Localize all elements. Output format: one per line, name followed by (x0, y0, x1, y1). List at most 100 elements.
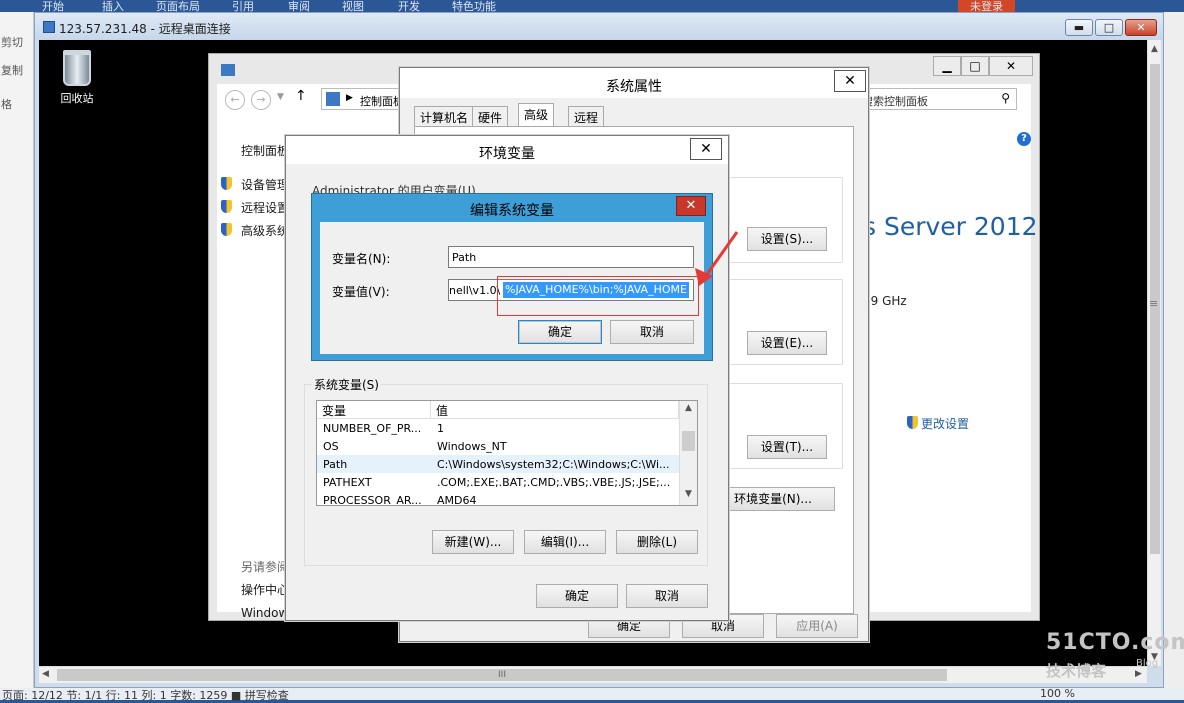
cp-close-button[interactable]: ✕ (989, 56, 1033, 76)
ed-cancel-button[interactable]: 取消 (610, 320, 694, 344)
table-row[interactable]: OS Windows_NT (317, 437, 679, 455)
rdp-title: 123.57.231.48 - 远程桌面连接 (59, 22, 231, 36)
variable-name: NUMBER_OF_PR... (323, 422, 422, 435)
remote-settings-link[interactable]: 远程设置 (241, 199, 289, 216)
variable-name: Path (323, 458, 348, 471)
tab-hardware[interactable]: 硬件 (472, 106, 509, 126)
delete-variable-button[interactable]: 删除(L) (616, 530, 698, 554)
variable-value-prefix: nell\v1.0\ (449, 284, 501, 297)
search-placeholder: 搜索控制面板 (862, 95, 928, 108)
watermark-blog: Blog (1136, 658, 1159, 669)
remote-desktop-window: 123.57.231.48 - 远程桌面连接 ▬ □ ✕ 回收站 ▁ □ ✕ ←… (34, 12, 1164, 688)
scroll-up-icon[interactable]: ▲ (685, 403, 692, 413)
breadcrumb-chevron-icon: ▶ (346, 93, 353, 103)
ed-title: 编辑系统变量 (470, 203, 554, 219)
shield-icon (221, 177, 232, 190)
ed-close-button[interactable]: ✕ (676, 196, 706, 216)
rdp-app-icon (43, 21, 55, 33)
up-arrow-icon[interactable]: ↑ (295, 88, 307, 104)
sp-close-button[interactable]: ✕ (834, 70, 866, 92)
list-scrollbar[interactable]: ▲ ▼ (679, 401, 697, 505)
status-text: 页面: 12/12 节: 1/1 行: 11 列: 1 字数: 1259 ■ 拼… (2, 689, 289, 702)
forward-icon[interactable]: → (251, 90, 271, 110)
sp-apply-button[interactable]: 应用(A) (776, 614, 858, 638)
ed-ok-button[interactable]: 确定 (518, 320, 602, 344)
zoom-level[interactable]: 100 % (1040, 687, 1075, 700)
back-icon[interactable]: ← (225, 90, 245, 110)
cp-maximize-button[interactable]: □ (961, 56, 989, 76)
tab-remote[interactable]: 远程 (568, 106, 605, 126)
performance-settings-button[interactable]: 设置(S)... (747, 227, 827, 251)
tab-advanced[interactable]: 高级 (518, 103, 555, 127)
word-ribbon-left: 剪切 复制 格 (0, 12, 34, 688)
variable-name-value: Path (452, 251, 477, 264)
cp-minimize-button[interactable]: ▁ (933, 56, 961, 76)
table-row[interactable]: NUMBER_OF_PR... 1 (317, 419, 679, 437)
shield-icon (907, 416, 918, 429)
help-icon[interactable]: ? (1017, 132, 1031, 146)
watermark: 51CTO.com 技术博客 Blog (1040, 630, 1184, 686)
ev-ok-button[interactable]: 确定 (536, 584, 618, 608)
ev-title-bar: 环境变量 ✕ (286, 136, 728, 164)
search-icon[interactable]: ⚲ (1001, 91, 1010, 105)
variable-name-field[interactable]: Path (448, 246, 694, 268)
rdp-side-marker: ≡ (1149, 297, 1159, 310)
ev-close-button[interactable]: ✕ (690, 138, 722, 160)
new-variable-button[interactable]: 新建(W)... (432, 530, 514, 554)
recycle-bin-icon (63, 50, 91, 86)
recycle-bin[interactable]: 回收站 (53, 50, 101, 106)
sp-title: 系统属性 (606, 79, 662, 95)
copy-label[interactable]: 复制 (1, 62, 23, 78)
scroll-left-icon[interactable]: ◀ (42, 669, 49, 679)
cp-home-link[interactable]: 控制面板 (241, 142, 289, 159)
word-right-strip (1164, 12, 1184, 688)
ev-title: 环境变量 (479, 146, 535, 162)
profile-settings-button[interactable]: 设置(E)... (747, 331, 827, 355)
variable-value: Windows_NT (437, 440, 507, 453)
ev-cancel-button[interactable]: 取消 (626, 584, 708, 608)
word-status-bar: 页面: 12/12 节: 1/1 行: 11 列: 1 字数: 1259 ■ 拼… (0, 687, 1184, 702)
rdp-close-button[interactable]: ✕ (1125, 19, 1157, 36)
table-row[interactable]: Path C:\Windows\system32;C:\Windows;C:\W… (317, 455, 679, 473)
search-input[interactable]: 搜索控制面板 ⚲ (857, 88, 1017, 110)
scroll-thumb[interactable] (682, 431, 695, 451)
variable-value: .COM;.EXE;.BAT;.CMD;.VBS;.VBE;.JS;.JSE;.… (437, 476, 671, 489)
cp-app-icon (221, 64, 235, 76)
variable-value-label: 变量值(V): (332, 285, 390, 299)
ed-title-bar: 编辑系统变量 ✕ (312, 194, 712, 222)
format-label[interactable]: 格 (1, 96, 12, 112)
startup-settings-button[interactable]: 设置(T)... (747, 435, 827, 459)
cpu-speed: 59 GHz (863, 294, 907, 308)
scroll-thumb-horizontal[interactable]: III (57, 669, 947, 681)
rdp-maximize-button[interactable]: □ (1095, 19, 1123, 36)
variable-name: PATHEXT (323, 476, 372, 489)
rdp-horizontal-scrollbar[interactable]: ◀ III ▶ (39, 666, 1147, 683)
scroll-down-icon[interactable]: ▼ (685, 489, 692, 499)
watermark-tagline: 技术博客 (1046, 662, 1107, 680)
annotation-highlight-box (497, 276, 699, 316)
rdp-title-bar: 123.57.231.48 - 远程桌面连接 ▬ □ ✕ (35, 13, 1163, 40)
rdp-minimize-button[interactable]: ▬ (1065, 19, 1093, 36)
cut-label[interactable]: 剪切 (1, 34, 23, 50)
watermark-site: 51CTO.com (1046, 630, 1184, 655)
system-variables-caption: 系统变量(S) (312, 376, 381, 393)
history-chevron-icon[interactable]: ▼ (277, 92, 284, 102)
variable-value: C:\Windows\system32;C:\Windows;C:\Wi... (437, 458, 670, 471)
column-header-variable[interactable]: 变量 (317, 401, 431, 419)
system-variables-list[interactable]: 变量 值 NUMBER_OF_PR... 1 OS Windows_NT Pat… (316, 400, 698, 506)
column-header-value[interactable]: 值 (431, 401, 679, 419)
see-also-heading: 另请参阅 (241, 560, 290, 574)
tab-computer-name[interactable]: 计算机名 (414, 106, 475, 126)
action-center-link[interactable]: 操作中心 (241, 581, 289, 598)
rdp-vertical-scrollbar[interactable]: ▲ ▼ (1147, 40, 1161, 666)
environment-variables-button[interactable]: 环境变量(N)... (711, 487, 835, 511)
variable-value: 1 (437, 422, 444, 435)
change-settings-link[interactable]: 更改设置 (921, 415, 969, 432)
variable-name: OS (323, 440, 339, 453)
edit-variable-button[interactable]: 编辑(I)... (524, 530, 606, 554)
table-row[interactable]: PROCESSOR_AR... AMD64 (317, 491, 679, 505)
control-panel-icon (326, 92, 340, 106)
table-row[interactable]: PATHEXT .COM;.EXE;.BAT;.CMD;.VBS;.VBE;.J… (317, 473, 679, 491)
remote-desktop: 回收站 ▁ □ ✕ ← → ▼ ↑ ▶ 控制面板 搜索控制面板 ⚲ 控制面板 设… (39, 40, 1147, 666)
scroll-up-icon[interactable]: ▲ (1151, 44, 1158, 54)
